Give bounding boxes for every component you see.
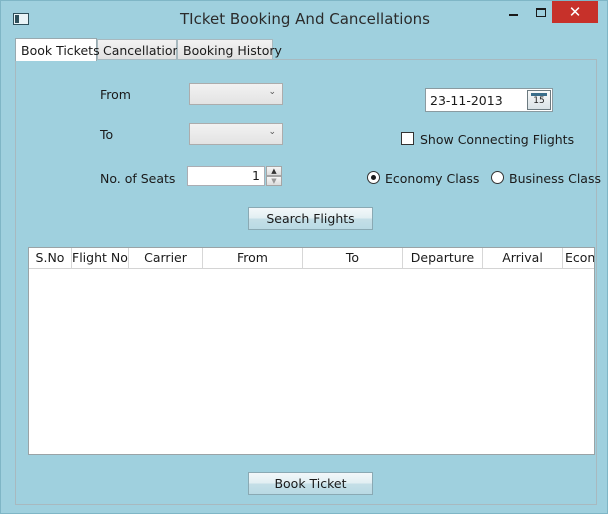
chevron-down-icon: ⌄ [268,87,276,97]
calendar-button[interactable]: 15 [527,90,551,110]
maximize-button[interactable] [527,1,554,23]
seats-label: No. of Seats [100,171,176,186]
to-combobox[interactable]: ⌄ [189,123,283,145]
close-button[interactable]: ✕ [552,1,598,23]
minimize-button[interactable] [500,1,527,23]
economy-class-radio[interactable] [367,171,380,184]
tab-book-tickets[interactable]: Book Tickets [15,38,100,61]
seats-decrement-button[interactable]: ▼ [266,176,282,186]
column-header-carrier[interactable]: Carrier [129,248,203,268]
column-header-departure[interactable]: Departure [403,248,483,268]
economy-class-label[interactable]: Economy Class [385,171,479,186]
business-class-radio[interactable] [491,171,504,184]
column-header-arrival[interactable]: Arrival [483,248,563,268]
book-ticket-button[interactable]: Book Ticket [248,472,373,495]
to-label: To [100,127,114,142]
minimize-icon [509,14,518,16]
calendar-day: 15 [533,96,545,106]
maximize-icon [535,7,546,17]
column-header-to[interactable]: To [303,248,403,268]
connecting-flights-label[interactable]: Show Connecting Flights [420,132,574,147]
flights-grid[interactable]: S.No Flight No. Carrier From To Departur… [28,247,595,455]
seats-input[interactable]: 1 [187,166,265,186]
from-label: From [100,87,131,102]
grid-header: S.No Flight No. Carrier From To Departur… [29,248,594,269]
column-header-flight-no[interactable]: Flight No. [72,248,129,268]
chevron-down-icon: ⌄ [268,127,276,137]
app-window: TIcket Booking And Cancellations ✕ Book … [0,0,608,514]
tab-cancellations[interactable]: Cancellations [97,39,187,60]
tab-booking-history[interactable]: Booking History [177,39,282,60]
business-class-label[interactable]: Business Class [509,171,601,186]
seats-increment-button[interactable]: ▲ [266,166,282,176]
from-combobox[interactable]: ⌄ [189,83,283,105]
column-header-sno[interactable]: S.No [29,248,72,268]
column-header-economy[interactable]: Econo [563,248,594,268]
search-flights-button[interactable]: Search Flights [248,207,373,230]
date-picker[interactable]: 23-11-2013 15 [425,88,553,112]
date-input[interactable]: 23-11-2013 [430,93,503,108]
title-bar[interactable]: TIcket Booking And Cancellations ✕ [1,1,607,37]
connecting-flights-checkbox[interactable] [401,132,414,145]
column-header-from[interactable]: From [203,248,303,268]
close-icon: ✕ [568,3,582,21]
